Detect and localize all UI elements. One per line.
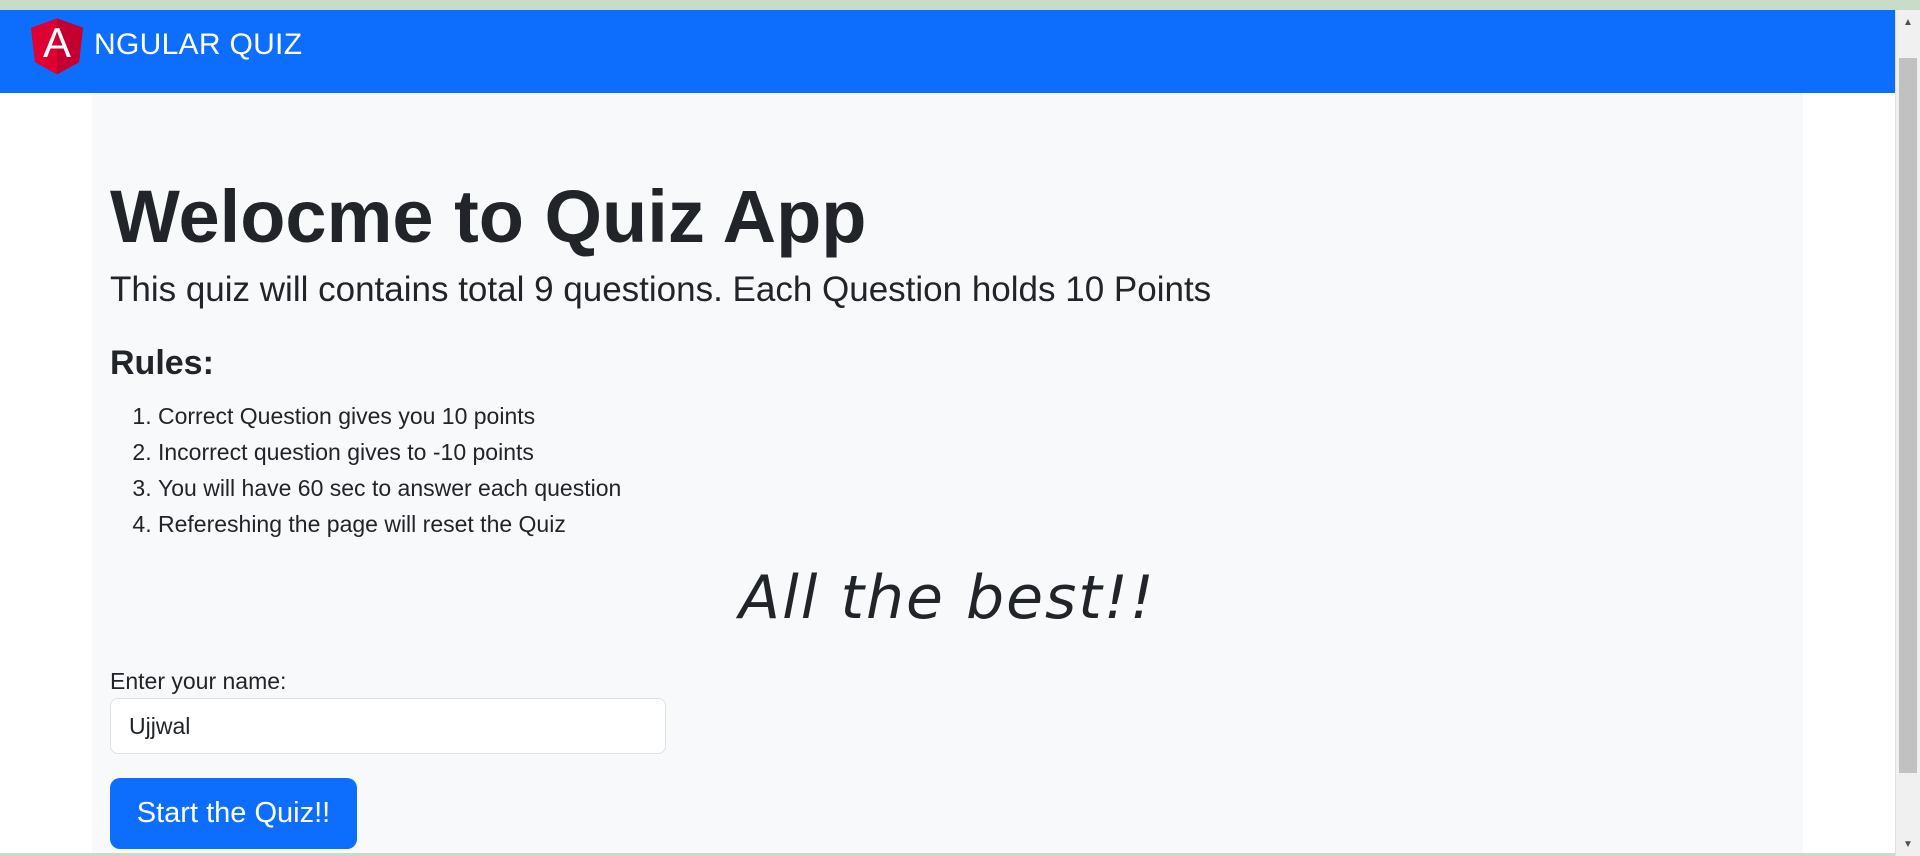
best-wishes-text: All the best!! [739,563,1156,633]
rule-item: You will have 60 sec to answer each ques… [158,470,621,506]
rule-item: Incorrect question gives to -10 points [158,434,621,470]
rule-item: Correct Question gives you 10 points [158,398,621,434]
main-container: Welocme to Quiz App This quiz will conta… [92,93,1803,856]
svg-text:A: A [43,19,71,66]
name-input[interactable] [110,698,666,754]
page-title: Welocme to Quiz App [110,175,867,258]
rule-item: Refereshing the page will reset the Quiz [158,506,621,542]
name-label: Enter your name: [110,668,287,694]
rules-list: Correct Question gives you 10 points Inc… [110,398,621,542]
quiz-description: This quiz will contains total 9 question… [110,270,1212,309]
triangle-down-icon[interactable]: ▼ [1896,834,1920,854]
triangle-up-icon[interactable]: ▲ [1896,12,1920,32]
brand-title: NGULAR QUIZ [94,28,303,61]
scrollbar-thumb[interactable] [1899,58,1917,773]
start-quiz-button[interactable]: Start the Quiz!! [110,778,357,849]
navbar-brand[interactable]: A NGULAR QUIZ [22,10,302,80]
window-top-strip [0,0,1920,10]
rules-heading: Rules: [110,344,214,382]
vertical-scrollbar[interactable]: ▲ ▼ [1895,10,1920,856]
navbar: A NGULAR QUIZ [0,10,1895,93]
angular-shield-icon: A [22,10,92,80]
